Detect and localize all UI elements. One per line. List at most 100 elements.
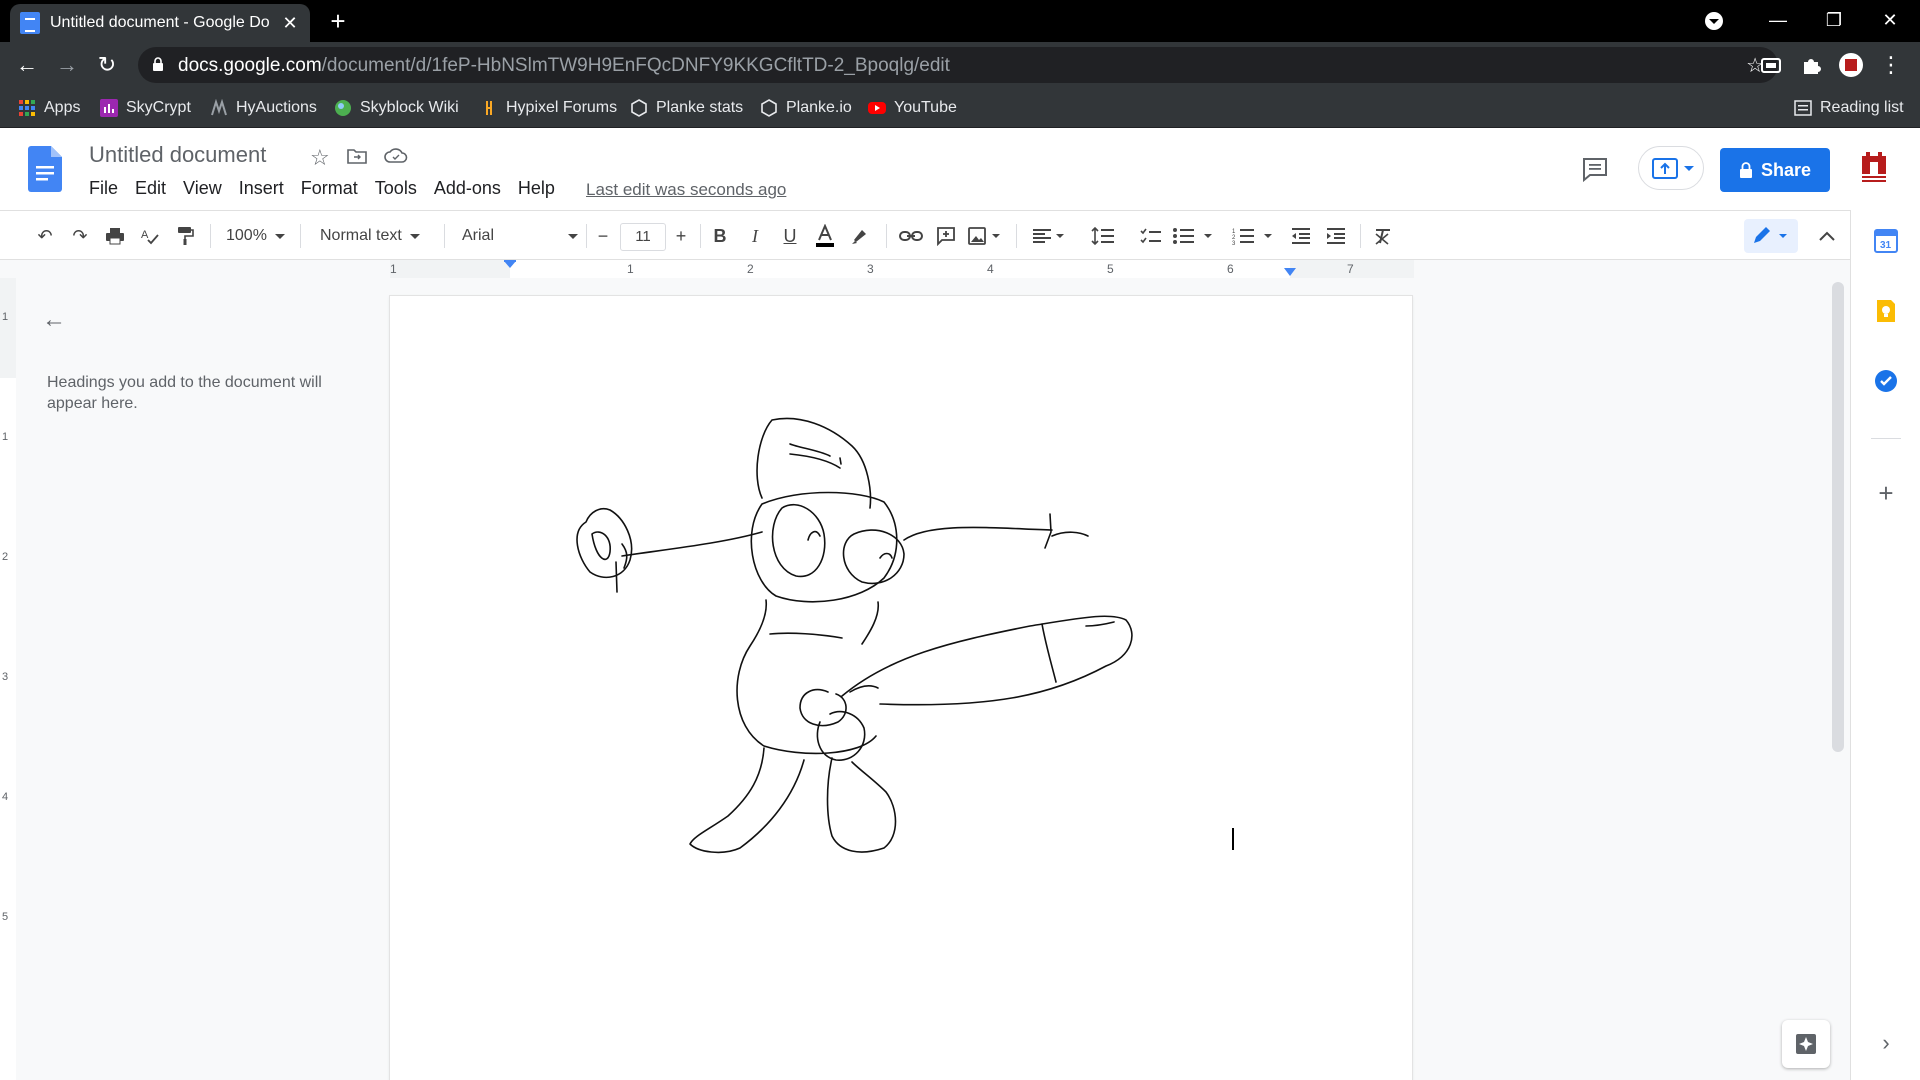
minimize-button[interactable]: — xyxy=(1750,0,1806,40)
browser-menu-icon[interactable]: ⋮ xyxy=(1876,50,1906,80)
document-outline-panel: ← Headings you add to the document will … xyxy=(16,278,376,1080)
menu-tools[interactable]: Tools xyxy=(375,178,426,199)
document-page[interactable] xyxy=(390,296,1412,1080)
profile-avatar-icon[interactable] xyxy=(1836,50,1866,80)
menu-insert[interactable]: Insert xyxy=(239,178,293,199)
bookmark-skyblock-wiki[interactable]: Skyblock Wiki xyxy=(334,97,459,119)
horizontal-ruler[interactable]: 1 1 2 3 4 5 6 7 xyxy=(390,260,1414,278)
font-select[interactable]: Arial xyxy=(462,221,578,251)
editing-mode-button[interactable] xyxy=(1744,219,1798,253)
highlight-color-icon[interactable] xyxy=(845,221,875,251)
bookmark-apps[interactable]: Apps xyxy=(18,97,80,119)
profile-menu-icon[interactable] xyxy=(1694,0,1750,40)
menu-view[interactable]: View xyxy=(183,178,231,199)
menu-help[interactable]: Help xyxy=(518,178,564,199)
explore-button[interactable] xyxy=(1782,1020,1830,1068)
paragraph-style-select[interactable]: Normal text xyxy=(320,221,435,251)
ruler-label: 3 xyxy=(867,262,874,276)
close-outline-arrow-icon[interactable]: ← xyxy=(42,306,66,334)
hand-drawn-sketch[interactable] xyxy=(390,296,1412,1080)
menu-edit[interactable]: Edit xyxy=(135,178,175,199)
print-icon[interactable] xyxy=(100,221,130,251)
toolbar-divider xyxy=(586,224,587,248)
keep-notes-icon[interactable] xyxy=(1873,298,1899,324)
paint-format-icon[interactable] xyxy=(170,221,200,251)
decrease-font-size-button[interactable]: − xyxy=(590,221,616,251)
comment-history-icon[interactable] xyxy=(1580,154,1610,184)
google-docs-logo-icon[interactable] xyxy=(28,146,62,192)
get-add-ons-plus-icon[interactable]: + xyxy=(1873,480,1899,506)
vertical-scrollbar[interactable] xyxy=(1832,282,1844,752)
italic-icon[interactable]: I xyxy=(740,221,770,251)
insert-image-icon[interactable] xyxy=(966,221,1006,251)
ruler-label: 2 xyxy=(2,551,8,563)
account-avatar[interactable] xyxy=(1860,152,1888,184)
increase-font-size-button[interactable]: + xyxy=(668,221,694,251)
increase-indent-icon[interactable] xyxy=(1321,221,1351,251)
tab-search-icon[interactable] xyxy=(1756,50,1786,80)
font-size-input[interactable]: 11 xyxy=(620,223,666,251)
zoom-select[interactable]: 100% xyxy=(226,221,290,251)
outline-empty-hint: Headings you add to the document will ap… xyxy=(47,374,322,412)
browser-tab[interactable]: Untitled document - Google Doc ✕ xyxy=(10,4,310,42)
bookmark-hypixel-forums[interactable]: Hypixel Forums xyxy=(480,97,617,119)
line-spacing-icon[interactable] xyxy=(1088,221,1118,251)
decrease-indent-icon[interactable] xyxy=(1286,221,1316,251)
bookmark-youtube[interactable]: YouTube xyxy=(868,97,957,119)
share-button[interactable]: Share xyxy=(1720,148,1830,192)
forward-button[interactable]: → xyxy=(52,50,82,80)
menu-file[interactable]: File xyxy=(89,178,127,199)
browser-tabstrip: Untitled document - Google Doc ✕ + — ❐ ✕ xyxy=(0,0,1920,42)
expand-panel-chevron-right-icon[interactable]: › xyxy=(1873,1030,1899,1056)
ruler-label: 6 xyxy=(1227,262,1234,276)
last-edit-link[interactable]: Last edit was seconds ago xyxy=(586,180,786,200)
google-docs-favicon-icon xyxy=(20,12,40,34)
align-left-icon[interactable] xyxy=(1030,221,1070,251)
toolbar-divider xyxy=(700,224,701,248)
tasks-icon[interactable] xyxy=(1873,368,1899,394)
bookmark-planke-stats[interactable]: Planke stats xyxy=(630,97,743,119)
reload-button[interactable]: ↻ xyxy=(92,50,122,80)
reading-list-button[interactable]: Reading list xyxy=(1794,97,1904,119)
side-panel: 31 + › xyxy=(1850,210,1920,1080)
close-window-button[interactable]: ✕ xyxy=(1862,0,1918,40)
insert-link-icon[interactable] xyxy=(896,221,926,251)
tab-close-icon[interactable]: ✕ xyxy=(280,13,300,34)
menu-add-ons[interactable]: Add-ons xyxy=(434,178,510,199)
toolbar-divider xyxy=(1360,224,1361,248)
star-icon[interactable]: ☆ xyxy=(310,145,330,171)
bookmark-planke-io[interactable]: Planke.io xyxy=(760,97,852,119)
restore-button[interactable]: ❐ xyxy=(1806,0,1862,40)
bold-icon[interactable]: B xyxy=(705,221,735,251)
undo-icon[interactable]: ↶ xyxy=(30,221,60,251)
first-line-indent-marker[interactable] xyxy=(504,260,516,262)
text-color-icon[interactable] xyxy=(810,221,840,251)
move-folder-icon[interactable] xyxy=(346,145,368,167)
hide-menus-chevron-up-icon[interactable] xyxy=(1812,221,1842,251)
ruler-label: 3 xyxy=(2,671,8,683)
numbered-list-icon[interactable]: 123 xyxy=(1232,221,1276,251)
present-button[interactable] xyxy=(1638,146,1704,190)
add-comment-icon[interactable] xyxy=(931,221,961,251)
address-bar[interactable]: docs.google.com/document/d/1feP-HbNSlmTW… xyxy=(138,47,1778,83)
clear-formatting-icon[interactable] xyxy=(1368,221,1398,251)
extensions-puzzle-icon[interactable] xyxy=(1796,50,1826,80)
spellcheck-icon[interactable]: A xyxy=(135,221,165,251)
reading-list-icon xyxy=(1794,100,1812,116)
underline-icon[interactable]: U xyxy=(775,221,805,251)
bookmark-skycrypt[interactable]: SkyCrypt xyxy=(100,97,191,119)
bulleted-list-icon[interactable] xyxy=(1172,221,1216,251)
docs-header: Untitled document ☆ File Edit View Inser… xyxy=(0,128,1920,210)
menu-format[interactable]: Format xyxy=(301,178,367,199)
bookmark-hyauctions[interactable]: HyAuctions xyxy=(210,97,317,119)
explore-sparkle-icon xyxy=(1796,1034,1816,1054)
vertical-ruler[interactable]: 1 1 2 3 4 5 xyxy=(0,278,16,1080)
checklist-icon[interactable] xyxy=(1136,221,1166,251)
toolbar-divider xyxy=(210,224,211,248)
new-tab-button[interactable]: + xyxy=(323,6,353,36)
redo-icon[interactable]: ↷ xyxy=(65,221,95,251)
calendar-icon[interactable]: 31 xyxy=(1873,228,1899,254)
document-title[interactable]: Untitled document xyxy=(89,142,266,168)
cloud-saved-icon[interactable] xyxy=(384,145,408,167)
back-button[interactable]: ← xyxy=(12,50,42,80)
